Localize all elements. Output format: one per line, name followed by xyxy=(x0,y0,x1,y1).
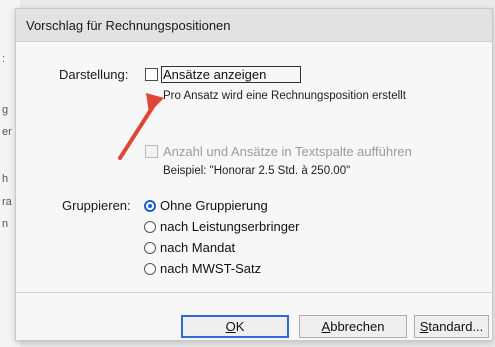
list-in-text-example: Beispiel: "Honorar 2.5 Std. à 250.00" xyxy=(163,165,351,177)
darstellung-label: Darstellung: xyxy=(59,67,129,82)
background-text: g xyxy=(2,104,9,116)
radio-label-nach-mwst-satz[interactable]: nach MWST-Satz xyxy=(160,261,261,276)
cancel-mnemonic: A xyxy=(321,319,331,334)
radio-nach-mandat[interactable] xyxy=(144,242,156,254)
radio-nach-leistungserbringer[interactable] xyxy=(144,221,156,233)
cancel-label-rest: bbrechen xyxy=(330,319,385,334)
background-text: er xyxy=(2,126,12,138)
background-text: ra xyxy=(2,196,12,208)
button-area-divider xyxy=(16,292,492,293)
radio-label-ohne-gruppierung[interactable]: Ohne Gruppierung xyxy=(160,198,268,213)
show-rates-label[interactable]: Ansätze anzeigen xyxy=(163,67,266,82)
list-in-text-label[interactable]: Anzahl und Ansätze in Textspalte aufführ… xyxy=(163,144,412,159)
radio-label-nach-leistungserbringer[interactable]: nach Leistungserbringer xyxy=(160,219,299,234)
cancel-button[interactable]: Abbrechen xyxy=(299,315,407,338)
standard-mnemonic: S xyxy=(419,319,429,334)
gruppieren-label: Gruppieren: xyxy=(62,198,131,213)
dialog-titlebar[interactable]: Vorschlag für Rechnungspositionen xyxy=(16,9,492,42)
red-arrow-icon xyxy=(118,93,164,160)
show-rates-hint: Pro Ansatz wird eine Rechnungsposition e… xyxy=(163,90,406,102)
radio-nach-mwst-satz[interactable] xyxy=(144,263,156,275)
background-text: n xyxy=(2,218,9,230)
dialog-title: Vorschlag für Rechnungspositionen xyxy=(26,18,231,33)
radio-ohne-gruppierung[interactable] xyxy=(144,200,156,212)
background-text: h xyxy=(2,173,9,185)
invoice-positions-dialog: Vorschlag für Rechnungspositionen Darste… xyxy=(15,8,493,341)
show-rates-checkbox[interactable] xyxy=(145,68,158,81)
standard-button[interactable]: Standard... xyxy=(414,315,489,338)
ok-button[interactable]: OK xyxy=(181,315,289,338)
ok-mnemonic: O xyxy=(225,319,236,334)
ok-label-rest: K xyxy=(235,319,245,334)
radio-label-nach-mandat[interactable]: nach Mandat xyxy=(160,240,235,255)
standard-label-rest: tandard... xyxy=(428,319,484,334)
background-text: : xyxy=(2,53,6,65)
